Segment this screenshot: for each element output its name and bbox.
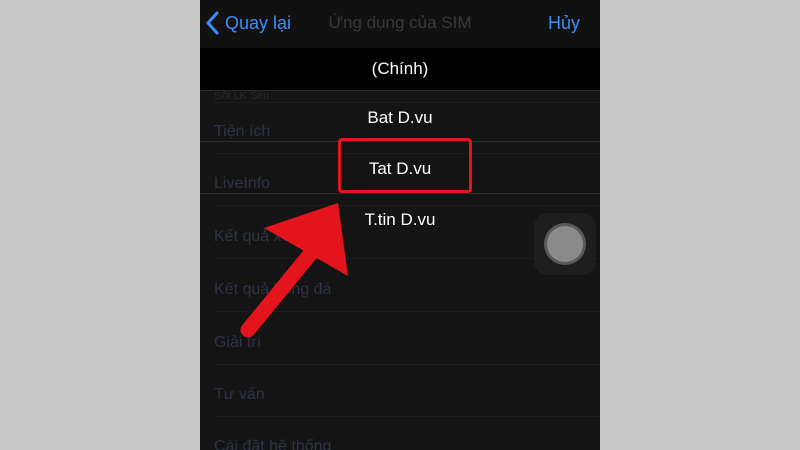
list-item[interactable]: Tư vấn (214, 386, 600, 417)
assistive-touch-icon (547, 226, 583, 262)
stage: Sốt LK Sim Tiện ích LiveInfo Kết quả xổ … (0, 0, 800, 450)
assistive-touch-button[interactable] (534, 213, 596, 275)
list-item[interactable]: Cài đặt hệ thống (214, 438, 600, 450)
picker-option-bat-dvu[interactable]: Bat D.vu (200, 108, 600, 128)
highlight-box (338, 138, 472, 193)
navigation-bar: Quay lại Ứng dụng của SIM Hủy (200, 0, 600, 48)
list-item[interactable]: Giải trí (214, 334, 600, 365)
list-item[interactable]: Kết quả bóng đá (214, 281, 600, 312)
page-title: Ứng dụng của SIM (328, 13, 472, 32)
cancel-button[interactable]: Hủy (548, 13, 580, 34)
picker-divider (200, 193, 600, 194)
picker-header-label: (Chính) (371, 59, 429, 78)
phone-screen: Sốt LK Sim Tiện ích LiveInfo Kết quả xổ … (200, 0, 600, 450)
